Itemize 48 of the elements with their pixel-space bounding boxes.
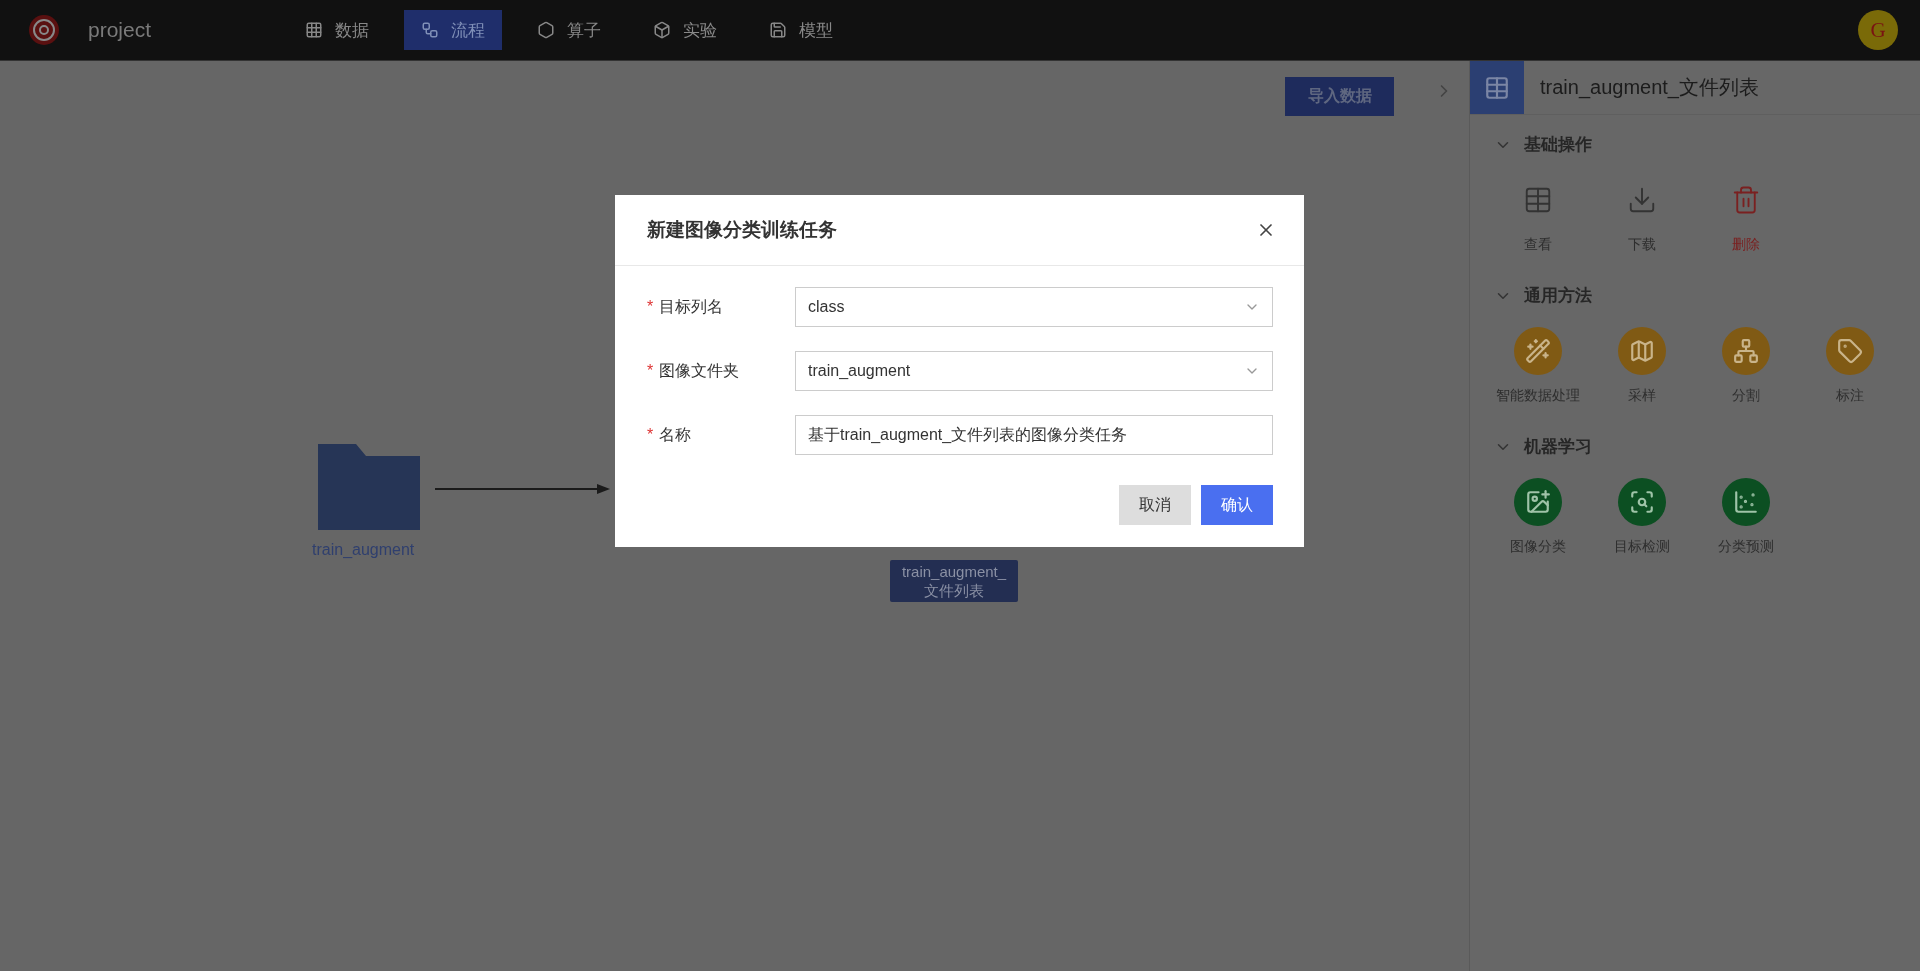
save-icon: [769, 21, 787, 39]
panel-action[interactable]: 下载: [1590, 176, 1694, 254]
dialog-title: 新建图像分类训练任务: [647, 218, 837, 242]
required-mark: *: [647, 426, 654, 444]
scatter-chart-icon: [1722, 478, 1770, 526]
nav-tab[interactable]: 流程: [404, 10, 502, 50]
user-avatar[interactable]: G: [1858, 10, 1898, 50]
nav-tab[interactable]: 模型: [752, 10, 850, 50]
magic-wand-icon: [1514, 327, 1562, 375]
confirm-button[interactable]: 确认: [1201, 485, 1273, 525]
folder-icon[interactable]: [318, 444, 420, 530]
node-label: train_augment: [312, 541, 415, 559]
select-field[interactable]: train_augment: [795, 351, 1273, 391]
app-name: project: [88, 18, 153, 42]
map-icon: [1618, 327, 1666, 375]
nav-tab[interactable]: 实验: [636, 10, 734, 50]
select-field[interactable]: class: [795, 287, 1273, 327]
panel-title: train_augment_文件列表: [1540, 75, 1759, 101]
panel-action[interactable]: 目标检测: [1590, 478, 1694, 556]
import-data-button[interactable]: 导入数据: [1285, 77, 1394, 116]
cancel-button[interactable]: 取消: [1119, 485, 1191, 525]
panel-action[interactable]: 删除: [1694, 176, 1798, 254]
logo-icon: [26, 13, 62, 47]
required-mark: *: [647, 298, 654, 316]
hexagon-icon: [537, 21, 555, 39]
download-icon: [1627, 185, 1657, 215]
required-mark: *: [647, 362, 654, 380]
workflow-icon: [421, 21, 439, 39]
node-label[interactable]: train_augment_ 文件列表: [890, 560, 1018, 602]
field-label: 名称: [659, 424, 692, 445]
section-title: 机器学习: [1524, 436, 1592, 458]
network-icon: [1722, 327, 1770, 375]
section-title: 基础操作: [1524, 134, 1592, 156]
tag-icon: [1826, 327, 1874, 375]
section-title: 通用方法: [1524, 285, 1592, 307]
table-icon: [1484, 74, 1510, 101]
panel-action[interactable]: 采样: [1590, 327, 1694, 405]
nav-tab[interactable]: 算子: [520, 10, 618, 50]
scan-icon: [1618, 478, 1666, 526]
image-icon: [1514, 478, 1562, 526]
nav-tab[interactable]: 数据: [288, 10, 386, 50]
table-icon: [1523, 185, 1553, 215]
trash-icon: [1731, 185, 1761, 215]
cube-icon: [653, 21, 671, 39]
field-label: 图像文件夹: [659, 360, 740, 381]
grid-icon: [305, 21, 323, 39]
input-field[interactable]: 基于train_augment_文件列表的图像分类任务: [795, 415, 1273, 455]
field-label: 目标列名: [659, 296, 724, 317]
